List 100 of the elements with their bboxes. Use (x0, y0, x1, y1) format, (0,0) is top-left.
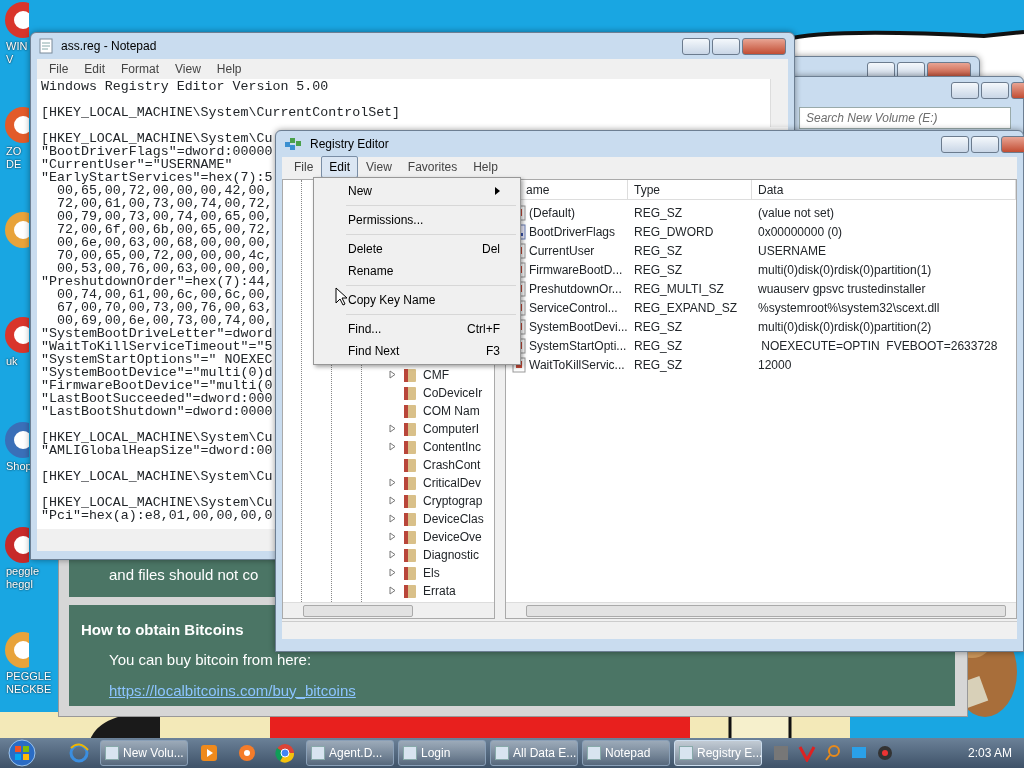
table-cell-text: ServiceControl... (529, 299, 618, 317)
expand-icon[interactable] (389, 424, 396, 434)
table-cell-text: REG_EXPAND_SZ (633, 299, 739, 317)
table-cell-text: REG_SZ (633, 318, 683, 336)
folder-icon (401, 457, 419, 473)
tree-item[interactable]: Errata (423, 582, 456, 600)
text-line: 72,00,6f,00,6b,00,65,00,72, (55, 223, 273, 236)
text-line: "FirmwareBootDevice"="multi(0 (41, 379, 273, 392)
expand-icon[interactable] (389, 496, 396, 506)
menu-item[interactable]: View (167, 58, 209, 80)
expand-icon[interactable] (389, 568, 396, 578)
tree-item[interactable]: ComputerI (423, 420, 480, 438)
expand-icon[interactable] (389, 478, 396, 488)
menu-item[interactable]: Edit (321, 156, 359, 178)
text-line: 00,79,00,73,00,74,00,65,00, (55, 210, 273, 223)
menu-item[interactable]: Help (465, 156, 506, 178)
expand-icon[interactable] (389, 532, 396, 542)
tree-item[interactable]: Els (423, 564, 440, 582)
menu-item[interactable]: Format (113, 58, 168, 80)
expand-icon[interactable] (389, 550, 396, 560)
tree-item[interactable]: CriticalDev (423, 474, 481, 492)
search-field[interactable]: Search New Volume (E:) (799, 107, 1011, 129)
icon-label: DE (5, 158, 22, 171)
cursor-icon (335, 287, 347, 306)
taskbar-button[interactable]: All Data E... (490, 740, 578, 766)
menu-item[interactable]: File (41, 58, 77, 80)
tree-item[interactable]: Cryptograp (423, 492, 483, 510)
minimize-button[interactable] (941, 135, 969, 153)
table-cell-text: SystemBootDevi... (529, 318, 628, 336)
tree-item[interactable]: ContentInc (423, 438, 482, 456)
tree-item[interactable]: Diagnostic (423, 546, 480, 564)
desktop-icon[interactable] (3, 0, 29, 40)
chrome-icon[interactable] (274, 742, 296, 764)
scrollbar[interactable] (506, 602, 1016, 618)
minimize-button[interactable] (951, 81, 979, 99)
icon-label: NECKBE (5, 683, 52, 696)
media-player-icon[interactable] (198, 742, 220, 764)
menu-item[interactable]: View (358, 156, 400, 178)
scrollbar[interactable] (283, 602, 494, 618)
maximize-button[interactable] (971, 135, 999, 153)
window-title: ass.reg - Notepad (61, 38, 157, 55)
table-cell-text: WaitToKillServic... (529, 356, 625, 374)
minimize-button[interactable] (682, 37, 710, 55)
table-cell-text: PreshutdownOr... (529, 280, 622, 298)
menu-item[interactable]: Delete Del (316, 238, 518, 260)
taskbar-button[interactable]: Agent.D... (306, 740, 394, 766)
icon-label: peggle (5, 565, 40, 578)
close-button[interactable] (742, 37, 786, 55)
speaker-icon[interactable] (876, 744, 894, 762)
registry-icon (284, 136, 302, 152)
desktop-icon[interactable] (3, 630, 29, 670)
tree-item[interactable]: DeviceOve (423, 528, 482, 546)
taskbar-button[interactable]: Login (398, 740, 486, 766)
maximize-button[interactable] (981, 81, 1009, 99)
folder-icon (401, 493, 419, 509)
folder-icon (401, 511, 419, 527)
text-line: "Pci"=hex(a):e8,01,00,00,00,0 (41, 509, 273, 522)
icon-label: ZO (5, 145, 22, 158)
taskbar-button[interactable]: New Volu... (100, 740, 188, 766)
text-line: 00,53,00,76,00,63,00,00,00, (55, 262, 273, 275)
scrollbar[interactable] (770, 79, 788, 127)
maximize-button[interactable] (712, 37, 740, 55)
menu-item[interactable]: Permissions... (316, 209, 518, 231)
menu-item[interactable]: Edit (76, 58, 114, 80)
text-line: "SystemStartOptions"=" NOEXEC (41, 353, 273, 366)
menu-item[interactable]: Rename (316, 260, 518, 282)
menu-item[interactable]: Find Next F3 (316, 340, 518, 362)
menu-item[interactable]: Favorites (399, 156, 466, 178)
search-icon[interactable] (824, 744, 842, 762)
browser-icon[interactable] (68, 742, 90, 764)
table-cell-text: multi(0)disk(0)rdisk(0)partition(1) (757, 261, 932, 279)
tree-item[interactable]: CrashCont (423, 456, 481, 474)
text-line: "LastBootSucceeded"=dword:000 (41, 392, 273, 405)
taskbar-button[interactable]: Notepad (582, 740, 670, 766)
tree-item[interactable]: CoDeviceIr (423, 384, 483, 402)
menu-item[interactable]: Copy Key Name (316, 289, 518, 311)
expand-icon[interactable] (389, 514, 396, 524)
expand-icon[interactable] (389, 442, 396, 452)
menu-item[interactable]: Help (208, 58, 250, 80)
table-cell-text: (value not set) (757, 204, 835, 222)
table-cell-text: REG_DWORD (633, 223, 715, 241)
menu-item[interactable]: File (286, 156, 322, 178)
expand-icon[interactable] (389, 370, 396, 380)
icon-label: V (5, 53, 14, 66)
text-line: 00,74,00,61,00,6c,00,6c,00, (56, 288, 273, 301)
tree-item[interactable]: DeviceClas (423, 510, 484, 528)
text-line: 70,00,65,00,72,00,00,00,4c, (55, 249, 273, 262)
table-cell-text: REG_SZ (633, 337, 683, 355)
text-line: "CurrentUser"="USERNAME" (41, 158, 233, 171)
tree-item[interactable]: COM Nam (423, 402, 480, 420)
table-cell-text: NOEXECUTE=OPTIN FVEBOOT=2633728 (760, 337, 998, 355)
folder-icon (401, 439, 419, 455)
column-header[interactable]: Type (628, 180, 752, 199)
tree-item[interactable]: CMF (423, 366, 449, 384)
folder-icon (401, 385, 419, 401)
app-icon[interactable] (236, 742, 258, 764)
column-header[interactable]: Data (752, 180, 1016, 199)
text-line: "WaitToKillServiceTimeout"="5 (41, 340, 273, 353)
expand-icon[interactable] (389, 586, 396, 596)
menu-item[interactable]: Find... Ctrl+F (316, 318, 518, 340)
